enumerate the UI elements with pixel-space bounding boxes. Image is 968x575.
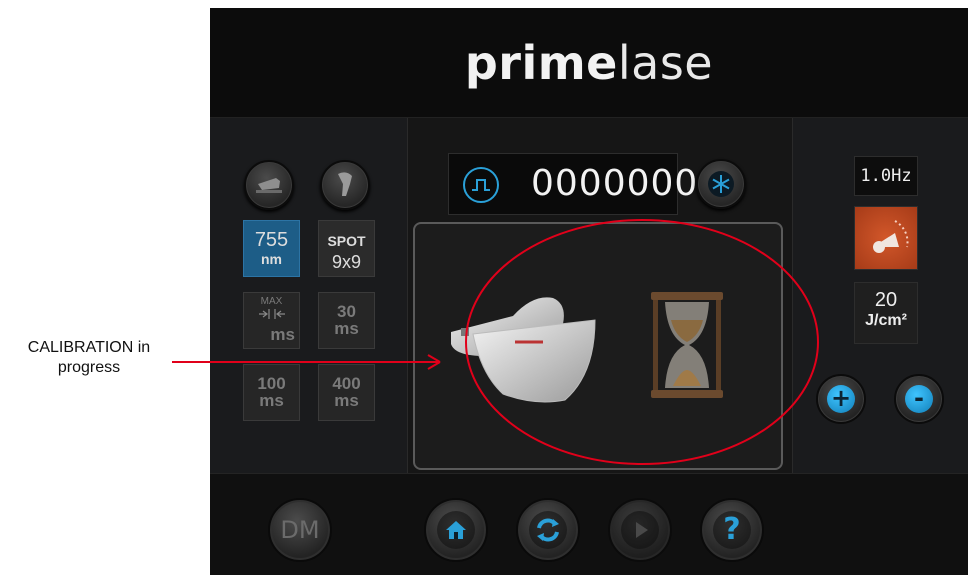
pulse-400-value: 400 bbox=[332, 374, 361, 393]
max-label: MAX bbox=[260, 296, 283, 307]
pulse-30-unit: ms bbox=[334, 319, 359, 338]
refresh-button[interactable] bbox=[516, 498, 580, 562]
refresh-icon bbox=[537, 518, 559, 542]
pulse-icon bbox=[463, 167, 499, 203]
calibration-annotation: CALIBRATION in progress bbox=[4, 338, 174, 378]
wavelength-value: 755 bbox=[254, 229, 289, 251]
plus-button[interactable]: + bbox=[816, 374, 866, 424]
frequency-display[interactable]: 1.0Hz bbox=[854, 156, 918, 196]
hourglass-icon bbox=[651, 292, 723, 398]
pulse-100-unit: ms bbox=[259, 391, 284, 410]
help-icon: ? bbox=[723, 512, 741, 547]
fluence-value: 20 bbox=[874, 289, 898, 311]
annotation-line-1: CALIBRATION in bbox=[27, 339, 151, 356]
handpiece-select-button[interactable] bbox=[244, 160, 294, 210]
pulse-400ms-tile[interactable]: 400 ms bbox=[318, 364, 375, 421]
minus-symbol: - bbox=[914, 384, 924, 412]
help-button[interactable]: ? bbox=[700, 498, 764, 562]
intensity-dial-icon[interactable] bbox=[854, 206, 918, 270]
pulse-width-icon bbox=[258, 309, 285, 319]
play-button[interactable] bbox=[608, 498, 672, 562]
spot-value: 9x9 bbox=[331, 252, 362, 272]
screenshot-stage: CALIBRATION in progress primelase 755 nm bbox=[0, 0, 968, 575]
annotation-line-2: progress bbox=[57, 359, 121, 376]
pulse-max-tile[interactable]: MAX ms bbox=[243, 292, 300, 349]
pulse-30-value: 30 bbox=[337, 302, 356, 321]
minus-button[interactable]: - bbox=[894, 374, 944, 424]
handpiece-alt-icon bbox=[338, 172, 352, 196]
pulse-400-unit: ms bbox=[334, 391, 359, 410]
logo-light: lase bbox=[617, 36, 714, 90]
snowflake-icon bbox=[708, 171, 734, 197]
pulse-30ms-tile[interactable]: 30 ms bbox=[318, 292, 375, 349]
max-unit: ms bbox=[270, 325, 295, 344]
pulse-count-value: 0000000 bbox=[531, 163, 699, 204]
play-icon bbox=[636, 522, 648, 538]
fluence-unit: J/cm² bbox=[865, 312, 907, 329]
cooling-button[interactable] bbox=[696, 159, 746, 209]
fluence-display[interactable]: 20 J/cm² bbox=[854, 282, 918, 344]
handpiece-icon bbox=[256, 178, 282, 193]
home-icon bbox=[446, 521, 466, 539]
pulse-100ms-tile[interactable]: 100 ms bbox=[243, 364, 300, 421]
left-parameter-panel bbox=[210, 118, 408, 473]
logo-bold: prime bbox=[464, 36, 618, 90]
brand-logo: primelase bbox=[210, 36, 968, 90]
spot-size-tile[interactable]: SPOT 9x9 bbox=[318, 220, 375, 277]
laser-control-screen: primelase 755 nm SPOT 9x9 MAX ms 30 ms 1… bbox=[210, 8, 968, 575]
dm-label: DM bbox=[280, 516, 320, 544]
plus-symbol: + bbox=[830, 384, 852, 412]
spot-label: SPOT bbox=[327, 233, 366, 249]
pulse-counter: 0000000 bbox=[448, 153, 697, 215]
wavelength-tile[interactable]: 755 nm bbox=[243, 220, 300, 277]
header-bar: primelase bbox=[210, 8, 968, 118]
dm-button[interactable]: DM bbox=[268, 498, 332, 562]
calibration-area bbox=[413, 222, 783, 470]
home-button[interactable] bbox=[424, 498, 488, 562]
handpiece-in-holder-icon bbox=[451, 292, 723, 403]
pulse-100-value: 100 bbox=[257, 374, 286, 393]
wavelength-unit: nm bbox=[261, 251, 282, 267]
handpiece-alt-button[interactable] bbox=[320, 160, 370, 210]
